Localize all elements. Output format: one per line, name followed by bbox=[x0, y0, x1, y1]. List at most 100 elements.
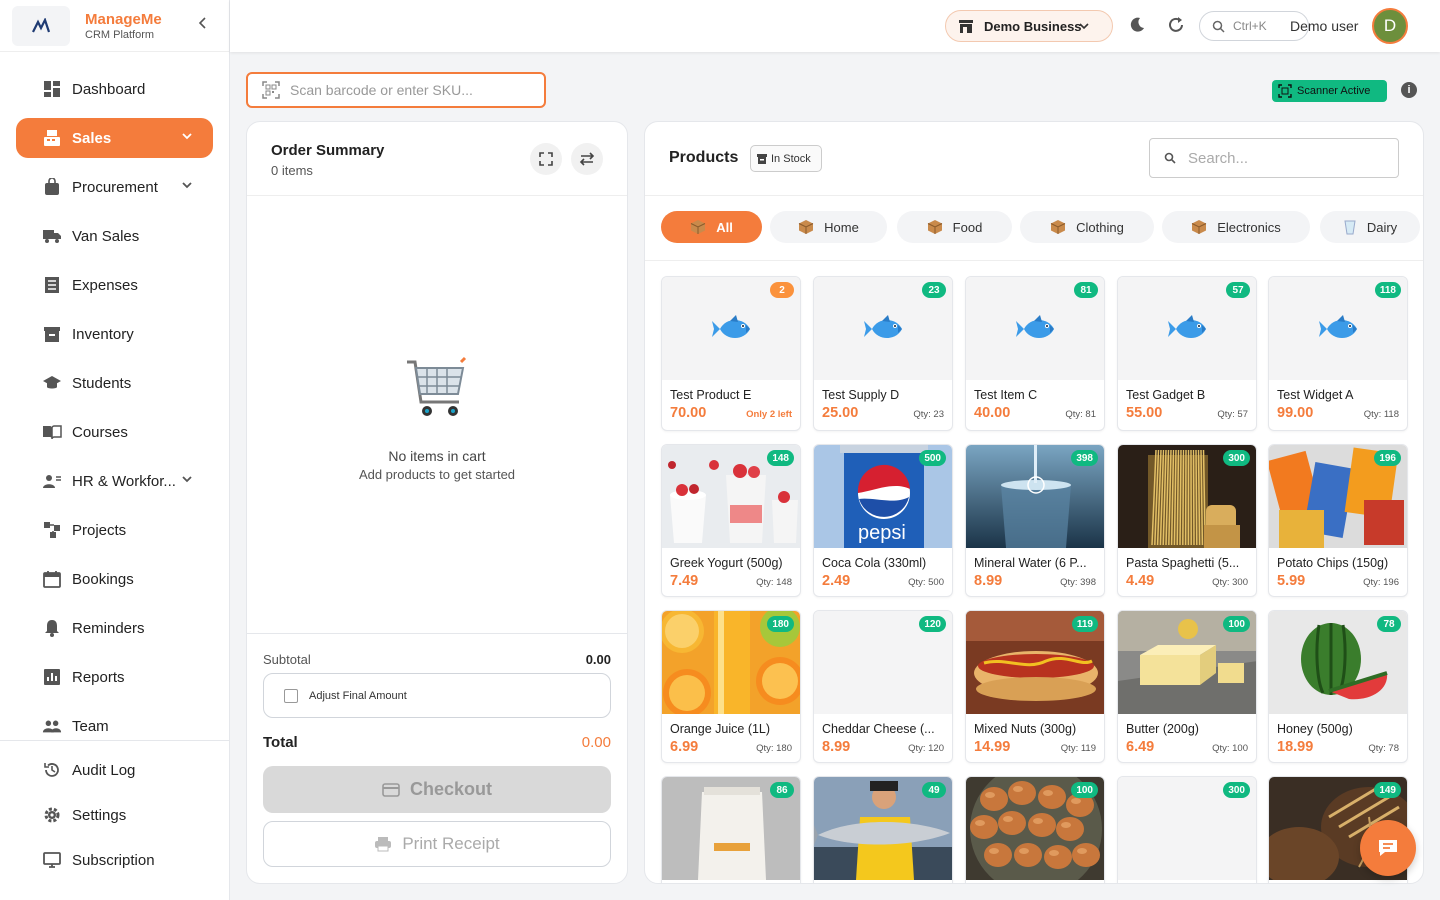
search-placeholder: Search... bbox=[1188, 149, 1249, 167]
sidebar-item-reminders[interactable]: Reminders bbox=[16, 608, 213, 648]
product-price: 18.99 bbox=[1277, 739, 1314, 755]
user-name[interactable]: Demo user bbox=[1290, 18, 1358, 34]
collapse-sidebar-icon[interactable] bbox=[198, 16, 208, 34]
product-card[interactable]: 300 Pasta Spaghetti (5... 4.49 Qty: 300 bbox=[1117, 444, 1257, 597]
product-card[interactable]: 57 Test Gadget B 55.00 Qty: 57 bbox=[1117, 276, 1257, 431]
stock-badge: 100 bbox=[1223, 616, 1250, 632]
product-card[interactable]: 86 bbox=[661, 776, 801, 883]
adjust-checkbox[interactable] bbox=[284, 688, 298, 703]
sidebar-item-subscription[interactable]: Subscription bbox=[16, 840, 213, 880]
brand-subtitle: CRM Platform bbox=[85, 28, 155, 41]
product-card[interactable]: 148 Greek Yogurt (500g) 7.49 Qty: 148 bbox=[661, 444, 801, 597]
register-icon bbox=[42, 128, 62, 148]
product-search-input[interactable]: Search... bbox=[1149, 138, 1399, 178]
history-icon bbox=[42, 760, 62, 780]
category-all[interactable]: All bbox=[661, 211, 762, 243]
category-dairy[interactable]: Dairy bbox=[1320, 211, 1420, 243]
checkout-label: Checkout bbox=[409, 779, 492, 799]
refresh-icon[interactable] bbox=[1167, 16, 1185, 39]
product-name: Greek Yogurt (500g) bbox=[670, 556, 783, 570]
total-label: Total bbox=[263, 734, 298, 751]
sidebar-item-label: Courses bbox=[72, 423, 128, 441]
fullscreen-button[interactable] bbox=[530, 143, 562, 175]
product-card[interactable]: 398 Mineral Water (6 P... 8.99 Qty: 398 bbox=[965, 444, 1105, 597]
adjust-final-amount[interactable]: Adjust Final Amount bbox=[263, 673, 611, 718]
sidebar-item-procurement[interactable]: Procurement bbox=[16, 167, 213, 207]
product-image-text: pepsi bbox=[858, 522, 906, 544]
product-qty: Qty: 180 bbox=[756, 743, 792, 754]
stock-badge: 398 bbox=[1071, 450, 1098, 466]
stock-badge: 300 bbox=[1223, 450, 1250, 466]
divider bbox=[645, 260, 1423, 261]
sidebar-item-hr-workfor[interactable]: HR & Workfor... bbox=[16, 461, 213, 501]
sidebar-item-dashboard[interactable]: Dashboard bbox=[16, 69, 213, 109]
sidebar-item-students[interactable]: Students bbox=[16, 363, 213, 403]
product-qty: Qty: 196 bbox=[1363, 577, 1399, 588]
info-icon[interactable]: i bbox=[1401, 82, 1417, 98]
brand[interactable]: ManageMe CRM Platform bbox=[0, 0, 229, 52]
order-summary-panel: Order Summary 0 items No items in cart A… bbox=[246, 121, 628, 884]
sidebar-item-label: Reports bbox=[72, 668, 125, 686]
order-title: Order Summary bbox=[271, 142, 385, 159]
product-card[interactable]: 180 Orange Juice (1L) 6.99 Qty: 180 bbox=[661, 610, 801, 763]
product-card[interactable]: 81 Test Item C 40.00 Qty: 81 bbox=[965, 276, 1105, 431]
stock-badge: 120 bbox=[919, 616, 946, 632]
sidebar-item-audit-log[interactable]: Audit Log bbox=[16, 750, 213, 790]
dark-mode-icon[interactable] bbox=[1128, 16, 1146, 39]
chevron-down-icon bbox=[181, 178, 193, 195]
barcode-input[interactable]: Scan barcode or enter SKU... bbox=[246, 72, 546, 108]
product-card[interactable]: 196 Potato Chips (150g) 5.99 Qty: 196 bbox=[1268, 444, 1408, 597]
product-qty: Qty: 120 bbox=[908, 743, 944, 754]
category-food[interactable]: Food bbox=[897, 211, 1012, 243]
product-qty: Qty: 500 bbox=[908, 577, 944, 588]
product-card[interactable]: 120 Cheddar Cheese (... 8.99 Qty: 120 bbox=[813, 610, 953, 763]
in-stock-filter[interactable]: In Stock bbox=[750, 145, 822, 172]
checkout-button[interactable]: Checkout bbox=[263, 766, 611, 813]
team-icon bbox=[42, 716, 62, 736]
product-card[interactable]: 100 bbox=[965, 776, 1105, 883]
sidebar-item-label: Expenses bbox=[72, 276, 138, 294]
category-electronics[interactable]: Electronics bbox=[1162, 211, 1310, 243]
qr-scan-icon bbox=[1278, 84, 1292, 98]
swap-layout-button[interactable] bbox=[571, 143, 603, 175]
product-card[interactable]: 119 Mixed Nuts (300g) 14.99 Qty: 119 bbox=[965, 610, 1105, 763]
sidebar-item-bookings[interactable]: Bookings bbox=[16, 559, 213, 599]
gear-icon bbox=[42, 805, 62, 825]
stock-badge: 149 bbox=[1374, 782, 1401, 798]
sidebar-item-settings[interactable]: Settings bbox=[16, 795, 213, 835]
book-icon bbox=[42, 422, 62, 442]
sidebar-item-label: Students bbox=[72, 374, 132, 392]
product-qty: Qty: 118 bbox=[1363, 409, 1399, 420]
stock-badge: 86 bbox=[770, 782, 794, 798]
product-card[interactable]: 118 Test Widget A 99.00 Qty: 118 bbox=[1268, 276, 1408, 431]
print-receipt-button[interactable]: Print Receipt bbox=[263, 821, 611, 867]
category-home[interactable]: Home bbox=[770, 211, 887, 243]
stock-badge: 180 bbox=[767, 616, 794, 632]
business-selector[interactable]: Demo Business bbox=[945, 10, 1113, 42]
product-card[interactable]: 78 Honey (500g) 18.99 Qty: 78 bbox=[1268, 610, 1408, 763]
sidebar-item-sales[interactable]: Sales bbox=[16, 118, 213, 158]
product-price: 7.49 bbox=[670, 573, 699, 589]
category-label: Clothing bbox=[1076, 219, 1124, 235]
sidebar-item-inventory[interactable]: Inventory bbox=[16, 314, 213, 354]
sidebar-item-projects[interactable]: Projects bbox=[16, 510, 213, 550]
sidebar: ManageMe CRM Platform Dashboard Sales Proc… bbox=[0, 0, 230, 900]
archive-icon bbox=[42, 324, 62, 344]
product-card[interactable]: 2 Test Product E 70.00 Only 2 left bbox=[661, 276, 801, 431]
product-price: 4.49 bbox=[1126, 573, 1155, 589]
subtotal-value: 0.00 bbox=[585, 652, 611, 667]
avatar[interactable]: D bbox=[1372, 8, 1408, 44]
sidebar-item-van-sales[interactable]: Van Sales bbox=[16, 216, 213, 256]
sidebar-item-courses[interactable]: Courses bbox=[16, 412, 213, 452]
product-card[interactable]: 300 bbox=[1117, 776, 1257, 883]
sidebar-item-label: Reminders bbox=[72, 619, 145, 637]
product-card[interactable]: 49 bbox=[813, 776, 953, 883]
chat-button[interactable] bbox=[1360, 820, 1416, 876]
product-card[interactable]: 100 Butter (200g) 6.49 Qty: 100 bbox=[1117, 610, 1257, 763]
sidebar-item-expenses[interactable]: Expenses bbox=[16, 265, 213, 305]
product-card[interactable]: pepsi 500 Coca Cola (330ml) 2.49 Qty: 500 bbox=[813, 444, 953, 597]
category-clothing[interactable]: Clothing bbox=[1020, 211, 1154, 243]
product-qty: Qty: 300 bbox=[1212, 577, 1248, 588]
sidebar-item-reports[interactable]: Reports bbox=[16, 657, 213, 697]
product-card[interactable]: 23 Test Supply D 25.00 Qty: 23 bbox=[813, 276, 953, 431]
